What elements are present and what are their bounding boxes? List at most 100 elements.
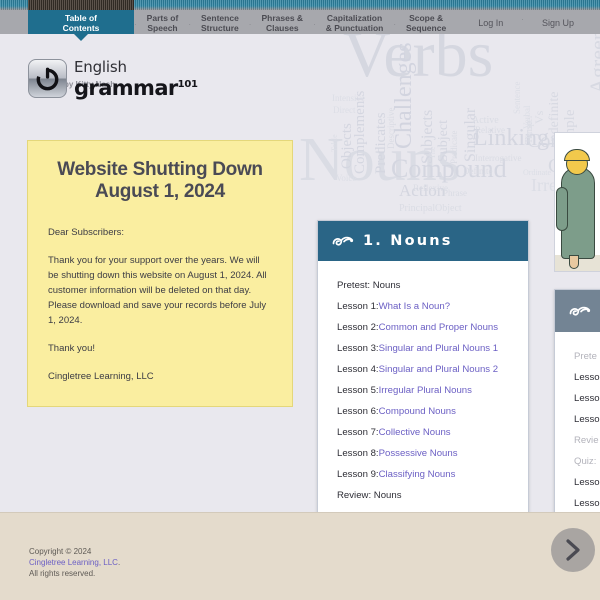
next-card-list-item[interactable]: Lesso (555, 367, 600, 388)
logo-superscript-101: 101 (177, 79, 198, 90)
header-texture-dark-strip (28, 0, 134, 10)
next-card-list-item[interactable]: Prete (555, 346, 600, 367)
next-section-button[interactable] (551, 528, 595, 572)
wordcloud-word: Subjects (419, 109, 436, 164)
logo-wordmark: English grammar101 (74, 59, 198, 99)
wordcloud-word: Verbal (522, 105, 532, 130)
signup-link[interactable]: Sign Up (532, 16, 584, 28)
lesson-list-item[interactable]: Lesson 2: Common and Proper Nouns (318, 317, 528, 338)
power-button-icon (28, 59, 67, 98)
footer-company-link[interactable]: Cingletree Learning, LLC (29, 558, 118, 567)
lesson-prefix: Lesson 5: (337, 385, 379, 396)
nav-tab-label-line2: Contents (62, 23, 100, 33)
lesson-link[interactable]: Collective Nouns (379, 427, 451, 438)
wordcloud-word: Interrogative (475, 153, 522, 163)
wordcloud-word: Table (330, 134, 339, 152)
lesson-list-item[interactable]: Lesson 5: Irregular Plural Nouns (318, 380, 528, 401)
lesson-list-item[interactable]: Lesson 3: Singular and Plural Nouns 1 (318, 338, 528, 359)
footer-copyright: Copyright © 2024 (29, 547, 92, 556)
wordcloud-word: Challenges (391, 42, 417, 149)
lesson-prefix: Lesson 6: (337, 406, 379, 417)
site-logo[interactable]: English grammar101 (28, 59, 198, 99)
next-card-list-item[interactable]: Lesso (555, 493, 600, 512)
wordcloud-word: The (428, 146, 437, 159)
nav-tab-label-line1: Sentence (201, 13, 239, 23)
wordcloud-word: Compound (391, 154, 507, 183)
wordcloud-word: Reflexive (413, 183, 448, 193)
wordcloud-word: Relative (475, 125, 505, 135)
lesson-link[interactable]: Classifying Nouns (379, 469, 456, 480)
wordcloud-word: Phrase (443, 188, 467, 198)
account-nav-separator: · (521, 15, 524, 24)
notice-title-line1: Website Shutting Down (57, 159, 263, 180)
nav-tab-scope-sequence[interactable]: Scope & Sequence (396, 10, 456, 34)
next-card-lesson-list: Prete Lesso Lesso Lesso Revie Quiz: Lesso Lesso… (555, 332, 600, 512)
illustration-card: Irr (554, 132, 600, 272)
wordcloud-word: Subject (436, 120, 451, 162)
lesson-link[interactable]: Common and Proper Nouns (379, 322, 498, 333)
lesson-list-item[interactable]: Lesson 4: Singular and Plural Nouns 2 (318, 359, 528, 380)
wordcloud-word: Linking (473, 125, 549, 151)
lesson-link[interactable]: Singular and Plural Nouns 2 (379, 364, 498, 375)
lesson-list-item[interactable]: Lesson 1: What Is a Noun? (318, 296, 528, 317)
wordcloud-word: Proper (524, 115, 534, 139)
wordcloud-word: Complements (352, 90, 368, 174)
login-label: Log In (478, 18, 504, 28)
lesson-list-item[interactable]: Lesson 7: Collective Nouns (318, 422, 528, 443)
nav-tab-table-of-contents[interactable]: Table of Contents (28, 10, 134, 41)
wordcloud-word: Descriptive (386, 107, 396, 149)
page-footer: Copyright © 2024 Cingletree Learning, LL… (0, 512, 600, 600)
notice-paragraph-3: Thank you! (48, 343, 95, 354)
next-card-list-item[interactable]: Lesso (555, 409, 600, 430)
wordcloud-word: Agreement (585, 34, 600, 94)
wordcloud-word: Action (399, 181, 446, 200)
swirl-flourish-icon (569, 304, 591, 318)
footer-company-line: Cingletree Learning, LLC. (29, 557, 120, 568)
nav-tab-label-line1: Phrases & (261, 13, 304, 23)
wordcloud-word: Sentence (512, 81, 522, 114)
lesson-link[interactable]: Compound Nouns (379, 406, 456, 417)
nav-tab-phrases-clauses[interactable]: Phrases & Clauses (251, 10, 313, 34)
lesson-card-next-partial[interactable]: Prete Lesso Lesso Lesso Revie Quiz: Lesso Lesso… (554, 289, 600, 512)
logo-line-grammar: grammar101 (74, 74, 198, 99)
wordcloud-word: Intensive (332, 93, 365, 103)
wordcloud-word: Voice (336, 173, 357, 183)
signup-label: Sign Up (541, 18, 574, 28)
cartoon-figure-leg-icon (569, 255, 579, 269)
lesson-link[interactable]: Irregular Plural Nouns (379, 385, 472, 396)
next-card-list-item[interactable]: Lesso (555, 472, 600, 493)
next-card-list-item[interactable]: Lesso (555, 388, 600, 409)
lesson-prefix: Lesson 8: (337, 448, 379, 459)
notice-paragraph-4: Cingletree Learning, LLC (48, 371, 154, 382)
lesson-card-header: 1. Nouns (318, 221, 528, 261)
nav-tab-sentence-structure[interactable]: Sentence Structure (191, 10, 249, 34)
lesson-link[interactable]: Possessive Nouns (379, 448, 458, 459)
lesson-prefix: Lesson 3: (337, 343, 379, 354)
lesson-prefix: Review: Nouns (337, 490, 402, 501)
wordcloud-word: Verbs (343, 34, 494, 91)
lesson-link[interactable]: What Is a Noun? (379, 301, 450, 312)
nav-tab-parts-of-speech[interactable]: Parts of Speech (137, 10, 189, 34)
logo-line-english: English (74, 58, 127, 76)
notice-paragraph-2: Thank you for your support over the year… (48, 255, 267, 326)
nav-tab-label-line1: Capitalization (326, 13, 383, 23)
wordcloud-word: Tense (524, 120, 535, 144)
lesson-list-item[interactable]: Lesson 8: Possessive Nouns (318, 443, 528, 464)
lesson-link[interactable]: Singular and Plural Nouns 1 (379, 343, 498, 354)
lesson-list-item[interactable]: Lesson 6: Compound Nouns (318, 401, 528, 422)
footer-text-block: Copyright © 2024 Cingletree Learning, LL… (29, 546, 120, 579)
lesson-list-item[interactable]: Lesson 9: Classifying Nouns (318, 464, 528, 485)
nav-items-container: Table of Contents · Parts of Speech · Sentence… (28, 10, 456, 41)
chevron-right-icon (563, 538, 583, 562)
login-link[interactable]: Log In (468, 16, 513, 28)
nav-left-spacer (0, 10, 28, 34)
next-card-list-item[interactable]: Revie (555, 430, 600, 451)
footer-company-suffix: . (117, 558, 121, 567)
next-card-list-item[interactable]: Quiz: (555, 451, 600, 472)
lesson-prefix: Lesson 7: (337, 427, 379, 438)
nav-tab-label-line2: & Punctuation (325, 23, 384, 33)
lesson-card-nouns: 1. Nouns Pretest: Nouns Lesson 1: What Is… (317, 220, 529, 512)
swirl-flourish-icon (332, 234, 354, 248)
nav-tab-capitalization-punctuation[interactable]: Capitalization & Punctuation (316, 10, 394, 34)
wordcloud-word: Direct (333, 105, 356, 115)
